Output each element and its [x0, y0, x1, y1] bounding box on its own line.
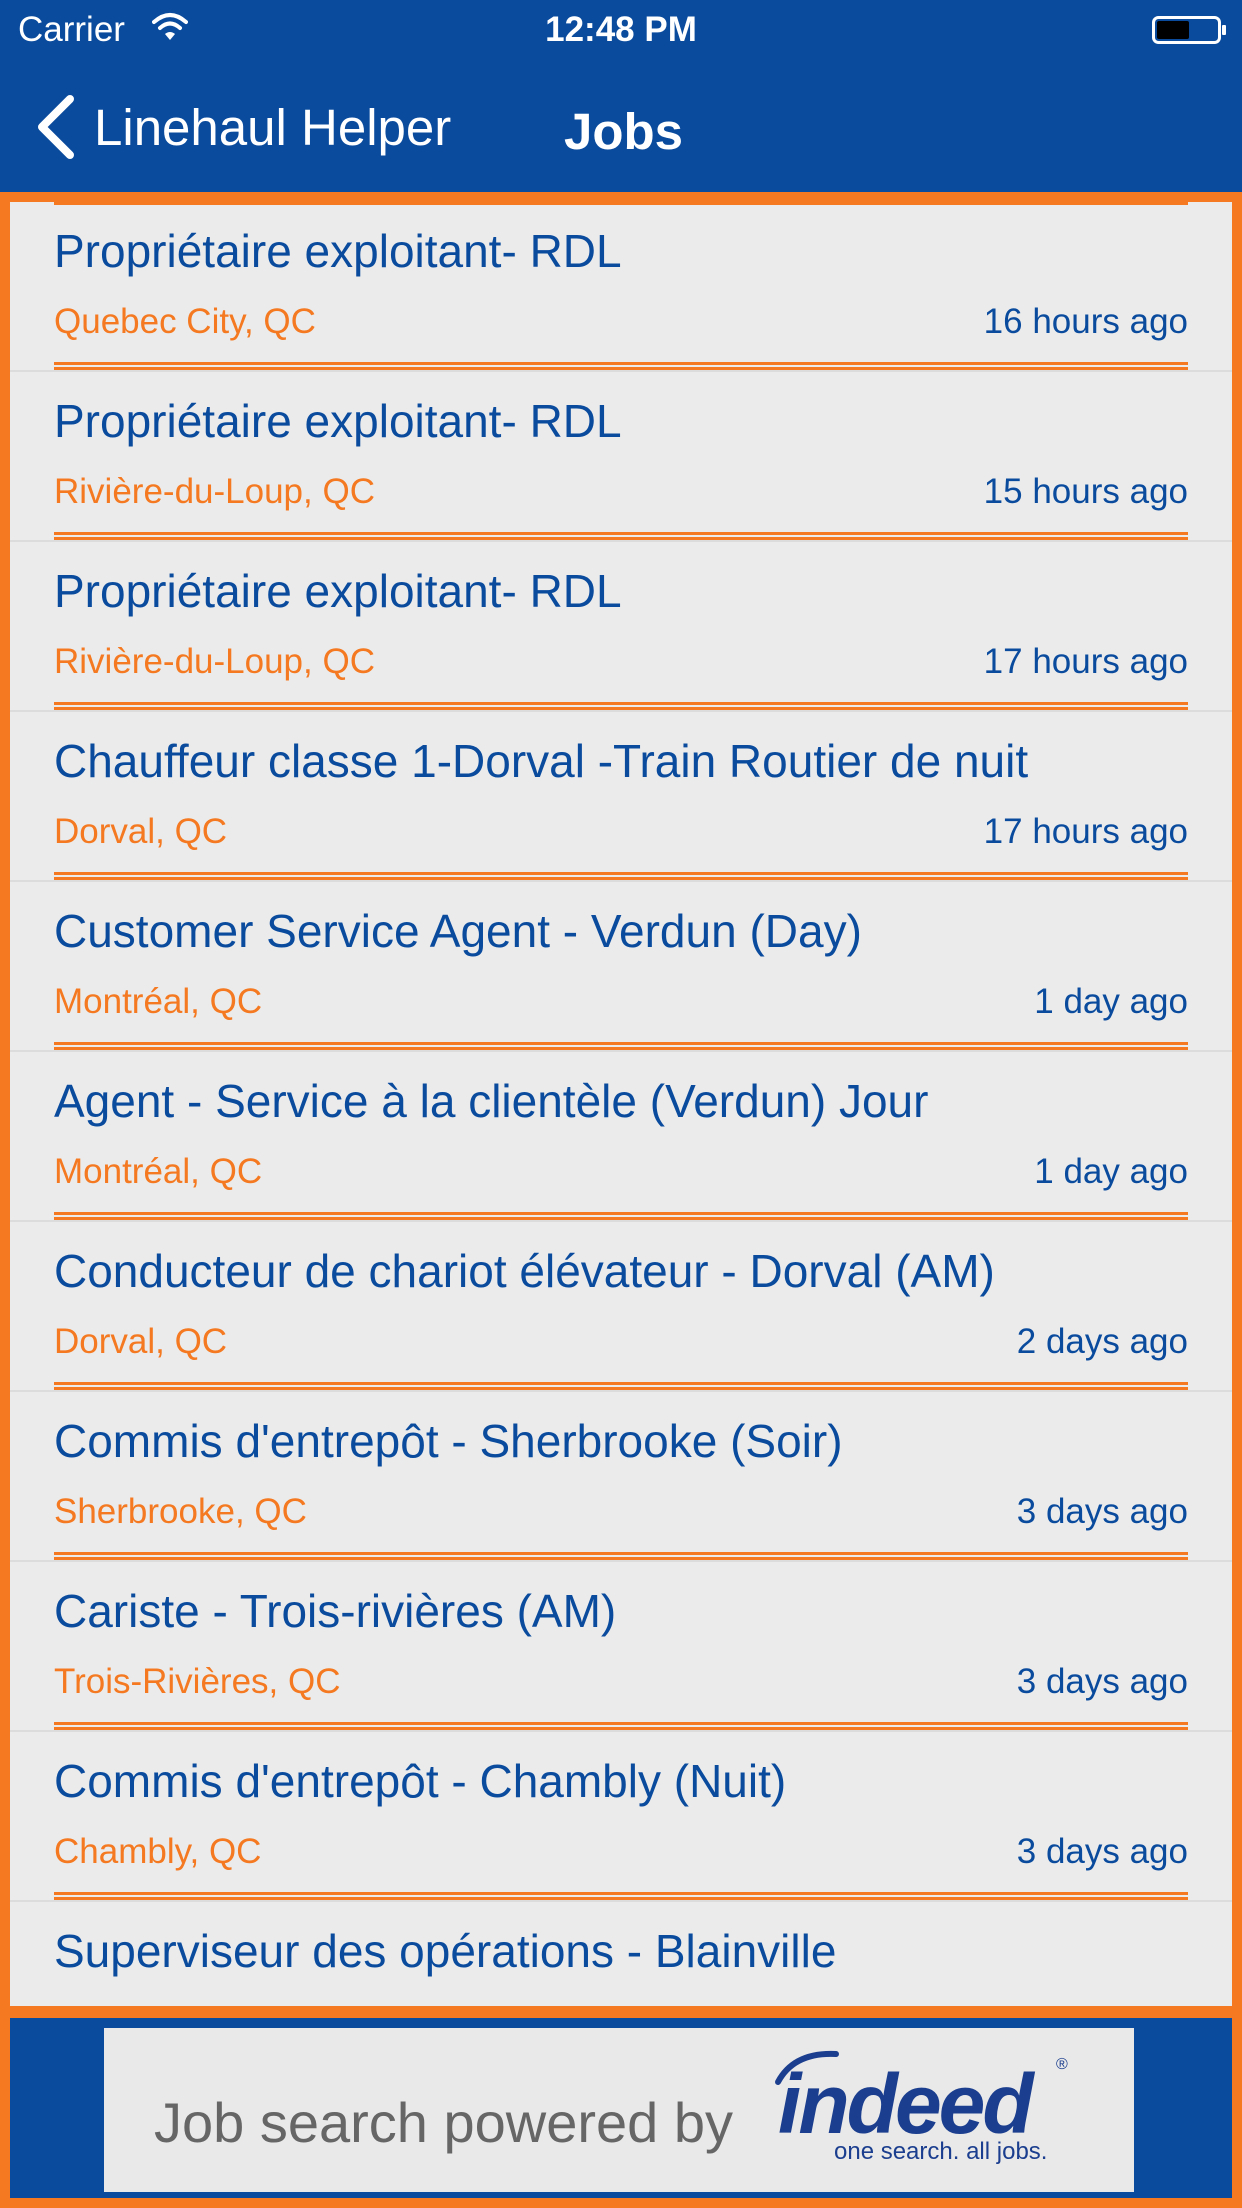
job-location: Dorval, QC	[54, 1322, 228, 1361]
job-posted-age: 3 days ago	[1016, 1492, 1188, 1531]
job-posted-age: 15 hours ago	[983, 472, 1188, 511]
job-location: Quebec City, QC	[54, 302, 316, 341]
job-title: Commis d'entrepôt - Sherbrooke (Soir)	[54, 1415, 843, 1467]
job-title: Superviseur des opérations - Blainville	[54, 1925, 837, 1977]
job-location: Trois-Rivières, QC	[54, 1662, 341, 1701]
job-title: Commis d'entrepôt - Chambly (Nuit)	[54, 1755, 787, 1807]
job-list-item[interactable]: Propriétaire exploitant- RDL Rivière-du-…	[10, 542, 1232, 712]
item-divider	[54, 532, 1188, 540]
job-location: Sherbrooke, QC	[54, 1492, 307, 1531]
footer: Job search powered by indeed ® one searc…	[10, 2018, 1232, 2198]
status-bar: Carrier 12:48 PM	[0, 0, 1242, 60]
job-list-item[interactable]: Cariste - Trois-rivières (AM) Trois-Rivi…	[10, 1562, 1232, 1732]
item-divider	[54, 1382, 1188, 1390]
battery-icon	[1152, 16, 1226, 44]
job-posted-age: 3 days ago	[1016, 1832, 1188, 1871]
job-title: Conducteur de chariot élévateur - Dorval…	[54, 1245, 995, 1297]
jobs-list[interactable]: Propriétaire exploitant- RDL Quebec City…	[10, 202, 1232, 2006]
job-location: Dorval, QC	[54, 812, 228, 851]
job-posted-age: 2 days ago	[1016, 1322, 1188, 1361]
job-title: Propriétaire exploitant- RDL	[54, 395, 622, 447]
job-title: Propriétaire exploitant- RDL	[54, 565, 622, 617]
job-posted-age: 1 day ago	[1034, 1152, 1188, 1191]
navigation-bar: Linehaul Helper Jobs	[0, 60, 1242, 192]
item-divider	[54, 702, 1188, 710]
job-location: Chambly, QC	[54, 1832, 262, 1871]
job-list-item[interactable]: Conducteur de chariot élévateur - Dorval…	[10, 1222, 1232, 1392]
item-divider	[54, 1212, 1188, 1220]
item-divider	[54, 1722, 1188, 1730]
job-title: Propriétaire exploitant- RDL	[54, 225, 622, 277]
item-divider	[54, 362, 1188, 370]
job-list-item[interactable]: Chauffeur classe 1-Dorval -Train Routier…	[10, 712, 1232, 882]
job-posted-age: 1 day ago	[1034, 982, 1188, 1021]
item-divider	[54, 1892, 1188, 1900]
indeed-logo-tagline: one search. all jobs.	[834, 2138, 1048, 2165]
powered-by-text: Job search powered by	[154, 2091, 734, 2154]
job-location: Montréal, QC	[54, 1152, 263, 1191]
job-posted-age: 16 hours ago	[983, 302, 1188, 341]
job-title: Agent - Service à la clientèle (Verdun) …	[54, 1075, 929, 1127]
indeed-logo-registered: ®	[1056, 2056, 1068, 2073]
header: Carrier 12:48 PM Linehaul Helper Jobs	[0, 0, 1242, 192]
indeed-logo: indeed ® one search. all jobs.	[764, 2048, 1084, 2168]
status-time: 12:48 PM	[545, 10, 697, 49]
job-title: Cariste - Trois-rivières (AM)	[54, 1585, 617, 1637]
job-posted-age: 17 hours ago	[983, 642, 1188, 681]
job-list-item[interactable]: Customer Service Agent - Verdun (Day) Mo…	[10, 882, 1232, 1052]
job-location: Montréal, QC	[54, 982, 263, 1021]
job-list-item[interactable]: Propriétaire exploitant- RDL Rivière-du-…	[10, 372, 1232, 542]
page-title: Jobs	[564, 103, 684, 160]
job-posted-age: 3 days ago	[1016, 1662, 1188, 1701]
item-divider	[54, 1042, 1188, 1050]
back-button[interactable]: Linehaul Helper	[36, 92, 451, 162]
back-button-label: Linehaul Helper	[94, 98, 452, 156]
job-list-item[interactable]: Commis d'entrepôt - Chambly (Nuit) Chamb…	[10, 1732, 1232, 1902]
job-title: Chauffeur classe 1-Dorval -Train Routier…	[54, 735, 1029, 787]
job-title: Customer Service Agent - Verdun (Day)	[54, 905, 862, 957]
chevron-left-icon	[38, 95, 74, 159]
job-location: Rivière-du-Loup, QC	[54, 472, 375, 511]
job-list-item[interactable]: Superviseur des opérations - Blainville	[10, 1902, 1232, 2006]
item-divider	[54, 1552, 1188, 1560]
item-divider	[54, 872, 1188, 880]
job-location: Rivière-du-Loup, QC	[54, 642, 375, 681]
job-list-item[interactable]: Commis d'entrepôt - Sherbrooke (Soir) Sh…	[10, 1392, 1232, 1562]
indeed-attribution-banner[interactable]: Job search powered by indeed ® one searc…	[104, 2028, 1134, 2192]
job-list-item[interactable]: Propriétaire exploitant- RDL Quebec City…	[10, 202, 1232, 372]
job-list-item[interactable]: Agent - Service à la clientèle (Verdun) …	[10, 1052, 1232, 1222]
job-posted-age: 17 hours ago	[983, 812, 1188, 851]
